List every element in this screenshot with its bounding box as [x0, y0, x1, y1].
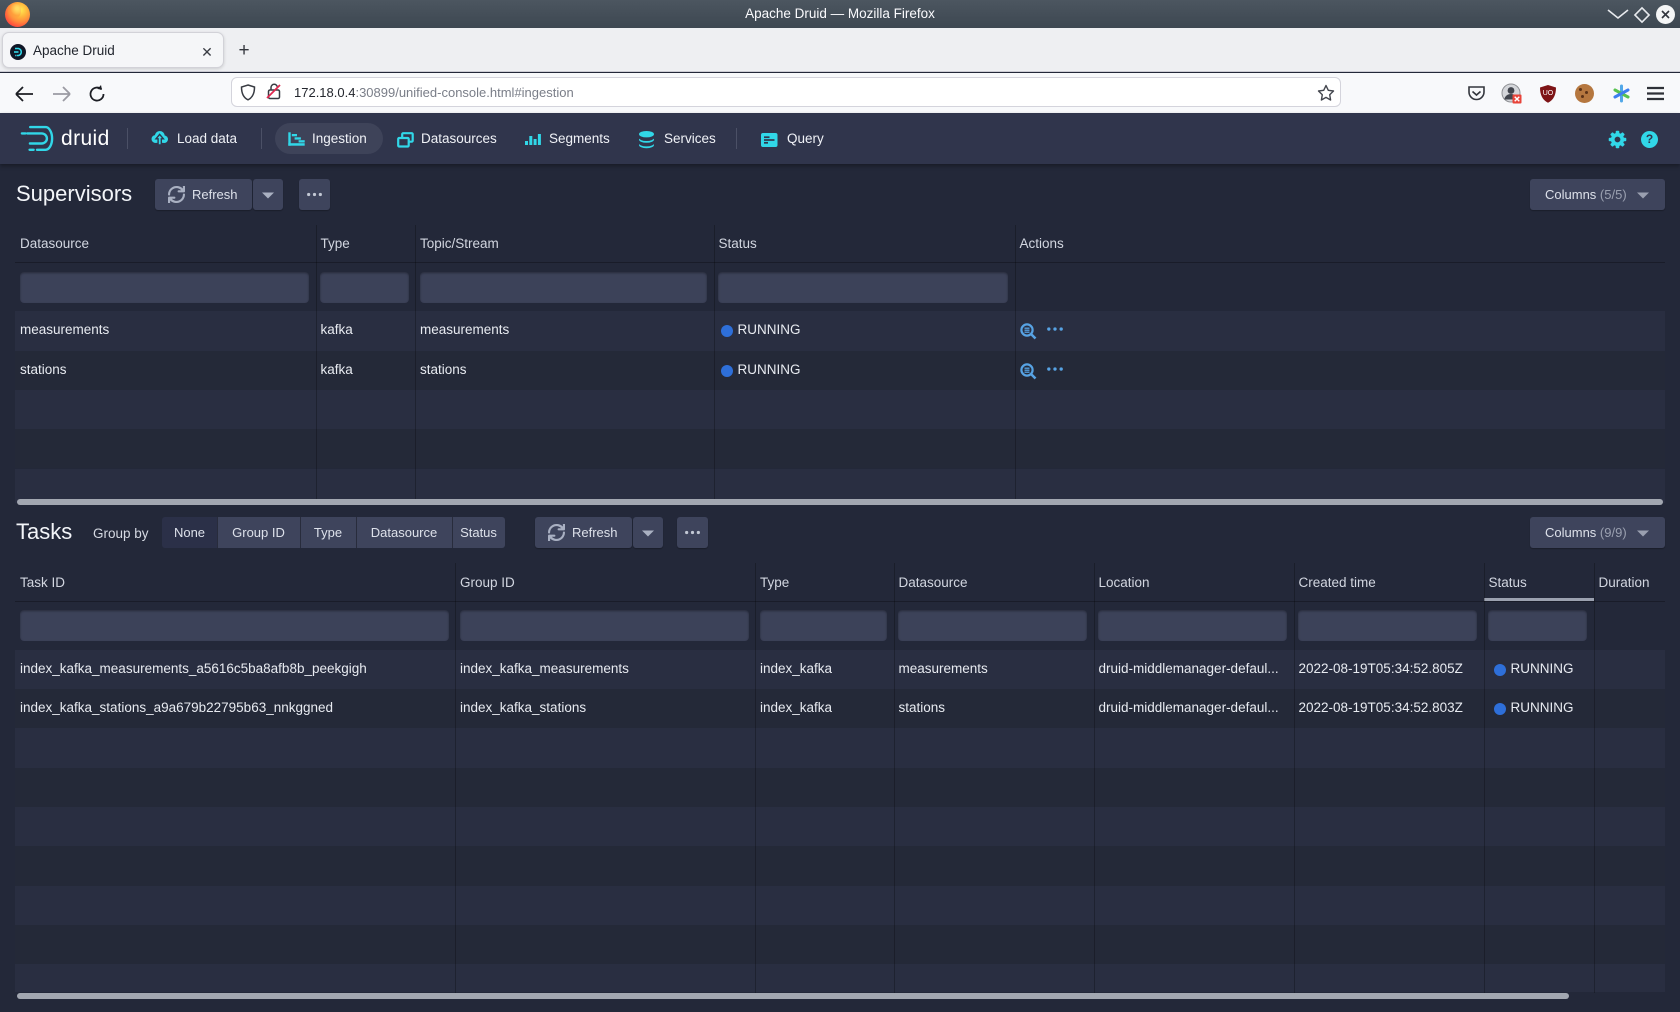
svg-text:UO: UO [1543, 90, 1554, 97]
